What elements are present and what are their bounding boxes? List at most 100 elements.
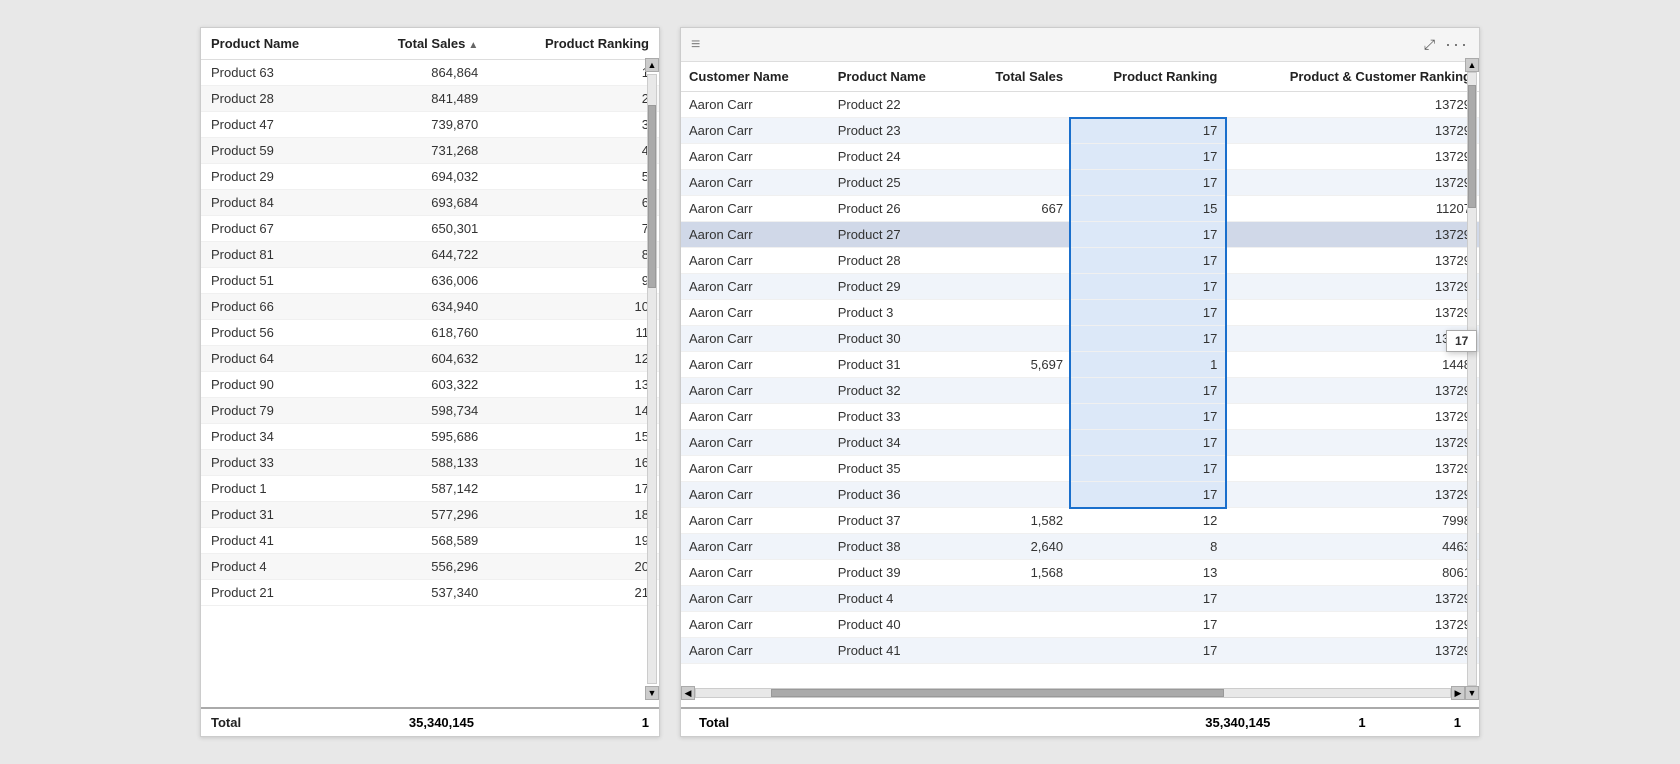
left-scrollbar[interactable]: ▲ ▼ (645, 58, 659, 700)
right-cell-sales (964, 326, 1072, 352)
right-cell-pc-ranking: 13729 (1225, 274, 1479, 300)
right-table-row: Aaron Carr Product 22 13729 (681, 92, 1479, 118)
right-cell-product: Product 29 (830, 274, 964, 300)
right-table: Customer Name Product Name Total Sales P… (681, 62, 1479, 664)
right-cell-ranking: 17 (1071, 118, 1225, 144)
left-cell-total-sales: 739,870 (350, 112, 488, 138)
right-cell-sales (964, 170, 1072, 196)
right-cell-pc-ranking: 1448 (1225, 352, 1479, 378)
right-cell-sales (964, 274, 1072, 300)
right-scroll-left[interactable]: ◀ (681, 686, 695, 700)
right-cell-ranking: 17 (1071, 144, 1225, 170)
right-cell-sales (964, 144, 1072, 170)
right-cell-customer: Aaron Carr (681, 196, 830, 222)
right-cell-ranking: 17 (1071, 586, 1225, 612)
right-cell-ranking: 15 (1071, 196, 1225, 222)
right-table-row: Aaron Carr Product 33 17 13729 (681, 404, 1479, 430)
right-cell-customer: Aaron Carr (681, 638, 830, 664)
right-scroll-right[interactable]: ▶ (1451, 686, 1465, 700)
left-table-row: Product 66 634,940 10 (201, 294, 659, 320)
left-footer-total-sales: 35,340,145 (409, 715, 474, 730)
left-table-row: Product 29 694,032 5 (201, 164, 659, 190)
right-scroll-down[interactable]: ▼ (1465, 686, 1479, 700)
right-table-row: Aaron Carr Product 41 17 13729 (681, 638, 1479, 664)
right-cell-pc-ranking: 13729 (1225, 456, 1479, 482)
left-cell-total-sales: 577,296 (350, 502, 488, 528)
right-cell-product: Product 32 (830, 378, 964, 404)
left-cell-total-sales: 537,340 (350, 580, 488, 606)
right-h-thumb[interactable] (771, 689, 1223, 697)
left-cell-ranking: 18 (488, 502, 659, 528)
right-table-row: Aaron Carr Product 34 17 13729 (681, 430, 1479, 456)
right-cell-ranking: 17 (1071, 638, 1225, 664)
right-cell-ranking: 17 (1071, 300, 1225, 326)
left-cell-product-name: Product 21 (201, 580, 350, 606)
right-cell-customer: Aaron Carr (681, 92, 830, 118)
right-table-row: Aaron Carr Product 31 5,697 1 1448 (681, 352, 1479, 378)
right-cell-product: Product 41 (830, 638, 964, 664)
right-footer-pc-ranking: 1 (1374, 715, 1469, 730)
right-cell-pc-ranking: 13729 (1225, 404, 1479, 430)
right-footer-table: Total 35,340,145 1 1 (691, 715, 1469, 730)
left-cell-total-sales: 634,940 (350, 294, 488, 320)
right-cell-pc-ranking: 13729 (1225, 170, 1479, 196)
right-table-row: Aaron Carr Product 36 17 13729 (681, 482, 1479, 508)
right-scrollbar-h[interactable]: ◀ ▶ (681, 686, 1465, 700)
left-cell-ranking: 4 (488, 138, 659, 164)
right-cell-pc-ranking: 13729 (1225, 586, 1479, 612)
left-table-row: Product 28 841,489 2 (201, 86, 659, 112)
right-footer-product-ranking: 1 (1278, 715, 1373, 730)
right-cell-product: Product 25 (830, 170, 964, 196)
right-cell-ranking: 17 (1071, 482, 1225, 508)
left-cell-product-name: Product 47 (201, 112, 350, 138)
right-v-thumb[interactable] (1468, 85, 1476, 207)
right-table-row: Aaron Carr Product 27 17 13729 (681, 222, 1479, 248)
right-v-track[interactable] (1467, 72, 1477, 686)
right-cell-ranking: 17 (1071, 170, 1225, 196)
right-cell-pc-ranking: 11207 (1225, 196, 1479, 222)
right-table-row: Aaron Carr Product 39 1,568 13 8061 (681, 560, 1479, 586)
right-cell-pc-ranking: 13729 (1225, 326, 1479, 352)
left-table-row: Product 51 636,006 9 (201, 268, 659, 294)
right-table-body: Aaron Carr Product 22 13729 Aaron Carr P… (681, 92, 1479, 664)
panel-menu-icon[interactable]: ··· (1445, 34, 1469, 55)
left-cell-total-sales: 694,032 (350, 164, 488, 190)
right-cell-sales (964, 404, 1072, 430)
left-cell-total-sales: 595,686 (350, 424, 488, 450)
right-cell-customer: Aaron Carr (681, 300, 830, 326)
scroll-down-arrow[interactable]: ▼ (645, 686, 659, 700)
left-table-row: Product 81 644,722 8 (201, 242, 659, 268)
left-cell-ranking: 16 (488, 450, 659, 476)
col-total-sales[interactable]: Total Sales▲ (350, 28, 488, 60)
left-cell-product-name: Product 84 (201, 190, 350, 216)
left-table-row: Product 47 739,870 3 (201, 112, 659, 138)
right-cell-pc-ranking: 13729 (1225, 222, 1479, 248)
right-cell-sales: 5,697 (964, 352, 1072, 378)
right-cell-sales (964, 248, 1072, 274)
right-scrollbar-v[interactable]: ▲ ▼ (1465, 58, 1479, 700)
right-h-track[interactable] (695, 688, 1451, 698)
right-cell-product: Product 40 (830, 612, 964, 638)
right-cell-customer: Aaron Carr (681, 456, 830, 482)
right-cell-pc-ranking: 13729 (1225, 300, 1479, 326)
right-cell-pc-ranking: 4463 (1225, 534, 1479, 560)
right-cell-product: Product 24 (830, 144, 964, 170)
scroll-thumb[interactable] (648, 105, 656, 287)
right-table-row: Aaron Carr Product 30 17 13729 (681, 326, 1479, 352)
scroll-up-arrow[interactable]: ▲ (645, 58, 659, 72)
right-scroll-up[interactable]: ▲ (1465, 58, 1479, 72)
left-cell-product-name: Product 64 (201, 346, 350, 372)
scroll-track[interactable] (647, 74, 657, 684)
right-cell-customer: Aaron Carr (681, 586, 830, 612)
left-cell-product-name: Product 81 (201, 242, 350, 268)
right-table-row: Aaron Carr Product 25 17 13729 (681, 170, 1479, 196)
right-cell-product: Product 34 (830, 430, 964, 456)
left-table-row: Product 79 598,734 14 (201, 398, 659, 424)
left-cell-ranking: 15 (488, 424, 659, 450)
right-cell-product: Product 36 (830, 482, 964, 508)
expand-icon[interactable]: ⤢ (1424, 36, 1435, 53)
left-cell-ranking: 17 (488, 476, 659, 502)
right-cell-sales: 2,640 (964, 534, 1072, 560)
left-cell-product-name: Product 63 (201, 60, 350, 86)
right-cell-sales (964, 456, 1072, 482)
